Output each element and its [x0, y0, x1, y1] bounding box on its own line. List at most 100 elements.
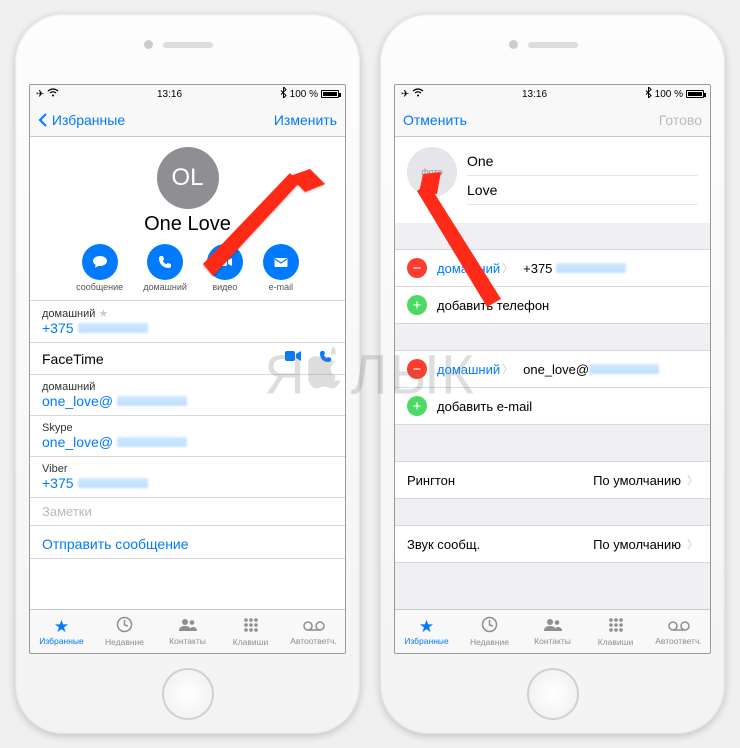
nav-bar: Избранные Изменить	[30, 103, 345, 137]
edit-button[interactable]: Изменить	[274, 112, 337, 128]
bluetooth-icon	[280, 87, 287, 101]
redacted	[589, 364, 659, 374]
tab-bar: ★Избранные Недавние Контакты Клавиши Авт…	[30, 609, 345, 653]
facetime-audio-icon[interactable]	[318, 349, 333, 368]
ringtone-row[interactable]: Рингтон По умолчанию 〉	[395, 461, 710, 499]
back-label: Избранные	[52, 112, 125, 128]
action-video[interactable]: видео	[207, 244, 243, 292]
voicemail-icon	[668, 618, 690, 635]
tab-recents-label: Недавние	[470, 637, 509, 647]
phone-edit-row[interactable]: − домашний 〉 +375	[395, 249, 710, 286]
phone-row-value: +375	[42, 320, 74, 336]
email-row-label: домашний	[42, 381, 333, 393]
action-row: сообщение домашний видео e-mail	[30, 244, 345, 292]
phone-right: ✈ 13:16 100 % Отменить Готово фото One L…	[380, 14, 725, 734]
back-button[interactable]: Избранные	[38, 112, 125, 128]
people-icon	[543, 617, 563, 635]
tab-keypad-label: Клавиши	[598, 637, 633, 647]
tab-recents-label: Недавние	[105, 637, 144, 647]
first-name-field[interactable]: One	[467, 147, 698, 176]
cancel-button[interactable]: Отменить	[403, 112, 467, 128]
clock-icon	[481, 616, 498, 636]
remove-phone-icon[interactable]: −	[407, 258, 427, 278]
tab-bar: ★Избранные Недавние Контакты Клавиши Авт…	[395, 609, 710, 653]
email-field-label: домашний	[437, 362, 500, 377]
home-button[interactable]	[162, 668, 214, 720]
tab-favorites-label: Избранные	[404, 636, 448, 646]
add-email-label: добавить e-mail	[437, 399, 532, 414]
airplane-icon: ✈	[36, 89, 44, 100]
notes-row[interactable]: Заметки	[30, 497, 345, 525]
tab-favorites[interactable]: ★Избранные	[30, 610, 93, 653]
redacted	[78, 323, 148, 333]
wifi-icon	[412, 88, 424, 100]
tab-favorites-label: Избранные	[39, 636, 83, 646]
voicemail-icon	[303, 618, 325, 635]
phone-row[interactable]: домашний ★ +375	[30, 300, 345, 342]
email-row[interactable]: домашний one_love@	[30, 374, 345, 415]
tab-keypad[interactable]: Клавиши	[219, 610, 282, 653]
tab-voicemail-label: Автоответч.	[655, 636, 702, 646]
add-email-row[interactable]: + добавить e-mail	[395, 387, 710, 425]
screen-right: ✈ 13:16 100 % Отменить Готово фото One L…	[394, 84, 711, 654]
facetime-video-icon[interactable]	[284, 349, 302, 368]
add-email-icon[interactable]: +	[407, 396, 427, 416]
add-phone-icon[interactable]: +	[407, 295, 427, 315]
bluetooth-icon	[645, 87, 652, 101]
chevron-right-icon: 〉	[687, 536, 698, 552]
star-icon: ★	[419, 618, 434, 635]
tab-contacts-label: Контакты	[534, 636, 571, 646]
ringtone-label: Рингтон	[407, 473, 455, 488]
done-button[interactable]: Готово	[659, 112, 702, 128]
edit-header: фото One Love	[395, 137, 710, 223]
tab-voicemail[interactable]: Автоответч.	[647, 610, 710, 653]
action-message[interactable]: сообщение	[76, 244, 123, 292]
star-icon: ★	[54, 618, 69, 635]
texttone-row[interactable]: Звук сообщ. По умолчанию 〉	[395, 525, 710, 563]
chevron-right-icon: 〉	[502, 361, 513, 377]
phone-field-value: +375	[523, 261, 552, 276]
action-call-label: домашний	[143, 282, 187, 292]
action-message-label: сообщение	[76, 282, 123, 292]
keypad-icon	[243, 617, 259, 636]
tab-keypad[interactable]: Клавиши	[584, 610, 647, 653]
add-photo-button[interactable]: фото	[407, 147, 457, 197]
viber-row[interactable]: Viber +375	[30, 456, 345, 497]
tab-voicemail-label: Автоответч.	[290, 636, 337, 646]
status-bar: ✈ 13:16 100 %	[30, 85, 345, 103]
last-name-field[interactable]: Love	[467, 176, 698, 205]
remove-email-icon[interactable]: −	[407, 359, 427, 379]
tab-recents[interactable]: Недавние	[93, 610, 156, 653]
viber-row-value: +375	[42, 475, 74, 491]
viber-row-label: Viber	[42, 463, 333, 475]
email-edit-row[interactable]: − домашний 〉 one_love@	[395, 350, 710, 387]
contact-content: OL One Love сообщение домашний видео	[30, 137, 345, 609]
chevron-right-icon: 〉	[687, 472, 698, 488]
battery-pct: 100 %	[290, 89, 318, 100]
avatar[interactable]: OL	[157, 147, 219, 209]
home-button[interactable]	[527, 668, 579, 720]
add-phone-row[interactable]: + добавить телефон	[395, 286, 710, 324]
battery-pct: 100 %	[655, 89, 683, 100]
contact-name: One Love	[30, 213, 345, 236]
facetime-label: FaceTime	[42, 351, 104, 367]
action-email[interactable]: e-mail	[263, 244, 299, 292]
skype-row-label: Skype	[42, 422, 333, 434]
tab-voicemail[interactable]: Автоответч.	[282, 610, 345, 653]
tab-contacts[interactable]: Контакты	[156, 610, 219, 653]
phone-field-label: домашний	[437, 261, 500, 276]
tab-favorites[interactable]: ★Избранные	[395, 610, 458, 653]
action-call[interactable]: домашний	[143, 244, 187, 292]
send-message-row[interactable]: Отправить сообщение	[30, 525, 345, 559]
skype-row[interactable]: Skype one_love@	[30, 415, 345, 456]
clock-icon	[116, 616, 133, 636]
company-field[interactable]	[467, 205, 698, 217]
front-camera	[144, 40, 153, 49]
redacted	[556, 263, 626, 273]
tab-recents[interactable]: Недавние	[458, 610, 521, 653]
email-field-value: one_love@	[523, 362, 589, 377]
front-camera	[509, 40, 518, 49]
facetime-row[interactable]: FaceTime	[30, 342, 345, 374]
tab-contacts[interactable]: Контакты	[521, 610, 584, 653]
people-icon	[178, 617, 198, 635]
